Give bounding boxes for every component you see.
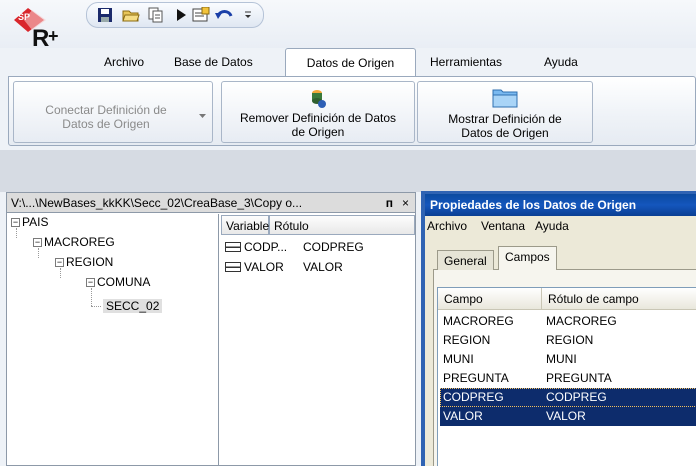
tree-connector [91, 306, 101, 307]
save-icon[interactable] [95, 6, 115, 24]
fields-list: Campo Rótulo de campo MACROREG MACROREG R… [437, 287, 696, 466]
tree-node-pais[interactable]: − PAIS [11, 214, 48, 230]
tab-herramientas[interactable]: Herramientas [430, 48, 502, 76]
workspace-background [0, 150, 696, 192]
remove-data-icon [306, 88, 328, 111]
tab-archivo[interactable]: Archivo [104, 48, 144, 76]
ribbon-panel: Conectar Definición de Datos de Origen R… [8, 76, 696, 146]
collapse-icon[interactable]: − [33, 238, 42, 247]
column-header-campo[interactable]: Campo [438, 288, 542, 310]
panel-title-bar: V:\...\NewBases_kkKK\Secc_02\CreaBase_3\… [7, 193, 415, 213]
remover-definicion-button[interactable]: Remover Definición de Datos de Origen [221, 81, 415, 143]
menu-ayuda[interactable]: Ayuda [535, 216, 569, 236]
svg-text:SP: SP [18, 12, 30, 22]
pin-icon[interactable]: ᴨ [386, 193, 393, 212]
app-logo[interactable]: SP R + [14, 6, 70, 52]
column-header-rotulo[interactable]: Rótulo [269, 215, 415, 235]
collapse-icon[interactable]: − [55, 258, 64, 267]
tab-campos[interactable]: Campos [498, 246, 557, 270]
folder-icon [492, 86, 518, 111]
table-row[interactable]: VALOR [225, 258, 284, 276]
collapse-icon[interactable]: − [86, 278, 95, 287]
list-row[interactable]: REGION REGION [440, 331, 696, 350]
svg-text:R: R [32, 25, 49, 50]
variable-icon [225, 242, 241, 252]
hierarchy-tree: − PAIS − MACROREG − REGION − COMUNA SECC_02 [7, 214, 219, 465]
properties-icon[interactable] [191, 6, 211, 24]
tree-node-region[interactable]: − REGION [55, 254, 113, 270]
qat-customize-icon[interactable] [241, 6, 255, 24]
column-header-variable[interactable]: Variable [221, 215, 269, 235]
table-row[interactable]: CODP... [225, 238, 287, 256]
mostrar-definicion-button[interactable]: Mostrar Definición de Datos de Origen [417, 81, 593, 143]
window-title: Propiedades de los Datos de Origen [425, 194, 696, 216]
tab-datos-de-origen[interactable]: Datos de Origen [285, 48, 416, 76]
list-row-selected[interactable]: VALOR VALOR [440, 407, 696, 426]
variable-icon [225, 262, 241, 272]
list-row-selected[interactable]: CODPREG CODPREG [440, 388, 696, 407]
tab-base-de-datos[interactable]: Base de Datos [174, 48, 253, 76]
play-icon[interactable] [171, 6, 191, 24]
open-icon[interactable] [121, 6, 141, 24]
list-row[interactable]: MUNI MUNI [440, 350, 696, 369]
table-cell-rotulo: CODPREG [303, 240, 364, 254]
conectar-label: Conectar Definición de Datos de Origen [45, 103, 167, 131]
properties-window: Propiedades de los Datos de Origen Archi… [421, 191, 696, 466]
menu-archivo[interactable]: Archivo [427, 216, 467, 236]
data-source-panel: V:\...\NewBases_kkKK\Secc_02\CreaBase_3\… [6, 192, 416, 466]
dropdown-arrow-icon [199, 108, 206, 122]
tree-node-macroreg[interactable]: − MACROREG [33, 234, 115, 250]
list-row[interactable]: MACROREG MACROREG [440, 312, 696, 331]
copy-icon[interactable] [145, 6, 165, 24]
properties-menu-bar: Archivo Ventana Ayuda [425, 216, 696, 236]
close-icon[interactable]: × [402, 193, 409, 212]
tab-ayuda[interactable]: Ayuda [544, 48, 578, 76]
menu-ventana[interactable]: Ventana [481, 216, 525, 236]
remover-label: Remover Definición de Datos de Origen [239, 111, 397, 139]
tab-general[interactable]: General [437, 250, 494, 270]
list-row[interactable]: PREGUNTA PREGUNTA [440, 369, 696, 388]
column-header-rotulo-campo[interactable]: Rótulo de campo [542, 288, 696, 310]
quick-access-toolbar [86, 2, 264, 28]
ribbon-tabs: Archivo Base de Datos Datos de Origen He… [0, 48, 696, 76]
table-cell-rotulo: VALOR [303, 260, 343, 274]
panel-title: V:\...\NewBases_kkKK\Secc_02\CreaBase_3\… [11, 196, 303, 210]
collapse-icon[interactable]: − [11, 218, 20, 227]
mostrar-label: Mostrar Definición de Datos de Origen [448, 112, 562, 140]
conectar-definicion-button[interactable]: Conectar Definición de Datos de Origen [13, 81, 213, 143]
variables-table: Variable Rótulo CODP... CODPREG VALOR VA… [221, 214, 415, 465]
tree-node-secc-02[interactable]: SECC_02 [103, 298, 163, 314]
tree-connector [91, 288, 92, 306]
tree-node-comuna[interactable]: − COMUNA [86, 274, 150, 290]
svg-text:+: + [48, 26, 59, 46]
app-header: SP R + [0, 0, 696, 52]
undo-icon[interactable] [215, 6, 235, 24]
